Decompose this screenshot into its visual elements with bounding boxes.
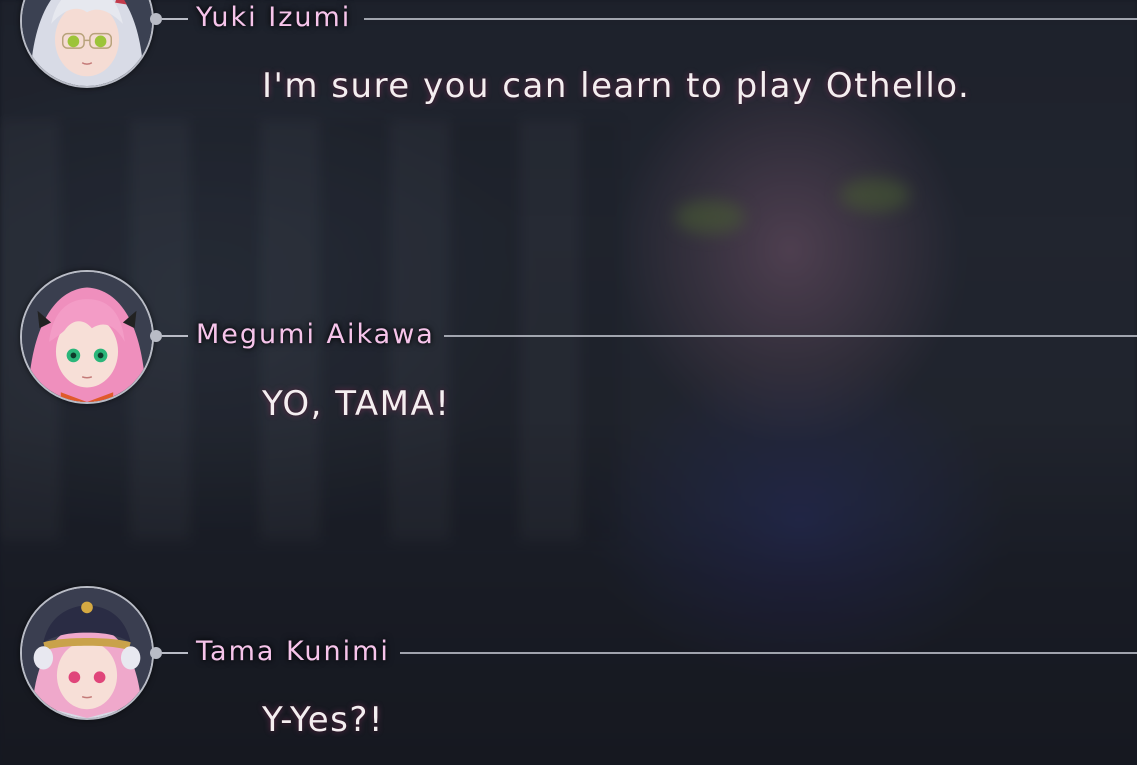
speaker-divider-rule bbox=[444, 335, 1137, 337]
megumi-aikawa-portrait-icon[interactable] bbox=[20, 270, 154, 404]
backlog-screen: Yuki Izumi I'm sure you can learn to pla… bbox=[0, 0, 1137, 765]
backlog-entry[interactable]: Tama Kunimi Y-Yes?! bbox=[0, 578, 1137, 740]
backlog-entry[interactable]: Megumi Aikawa YO, TAMA! bbox=[0, 262, 1137, 424]
portrait-connector-line bbox=[162, 335, 188, 337]
tama-kunimi-portrait-icon[interactable] bbox=[20, 586, 154, 720]
yuki-izumi-portrait-icon[interactable] bbox=[20, 0, 154, 88]
portrait-connector-knot bbox=[150, 13, 162, 25]
speaker-divider-rule bbox=[400, 652, 1137, 654]
backlog-entry[interactable]: Yuki Izumi I'm sure you can learn to pla… bbox=[0, 0, 1137, 106]
speaker-name: Tama Kunimi bbox=[196, 636, 390, 667]
speaker-name: Megumi Aikawa bbox=[196, 319, 435, 350]
portrait-connector-line bbox=[162, 18, 188, 20]
dialogue-text: YO, TAMA! bbox=[262, 384, 451, 424]
portrait-connector-knot bbox=[150, 330, 162, 342]
dialogue-text: Y-Yes?! bbox=[262, 700, 385, 740]
speaker-divider-rule bbox=[364, 18, 1137, 20]
portrait-connector-knot bbox=[150, 647, 162, 659]
dialogue-text: I'm sure you can learn to play Othello. bbox=[262, 66, 971, 106]
portrait-connector-line bbox=[162, 652, 188, 654]
speaker-name: Yuki Izumi bbox=[196, 2, 352, 33]
